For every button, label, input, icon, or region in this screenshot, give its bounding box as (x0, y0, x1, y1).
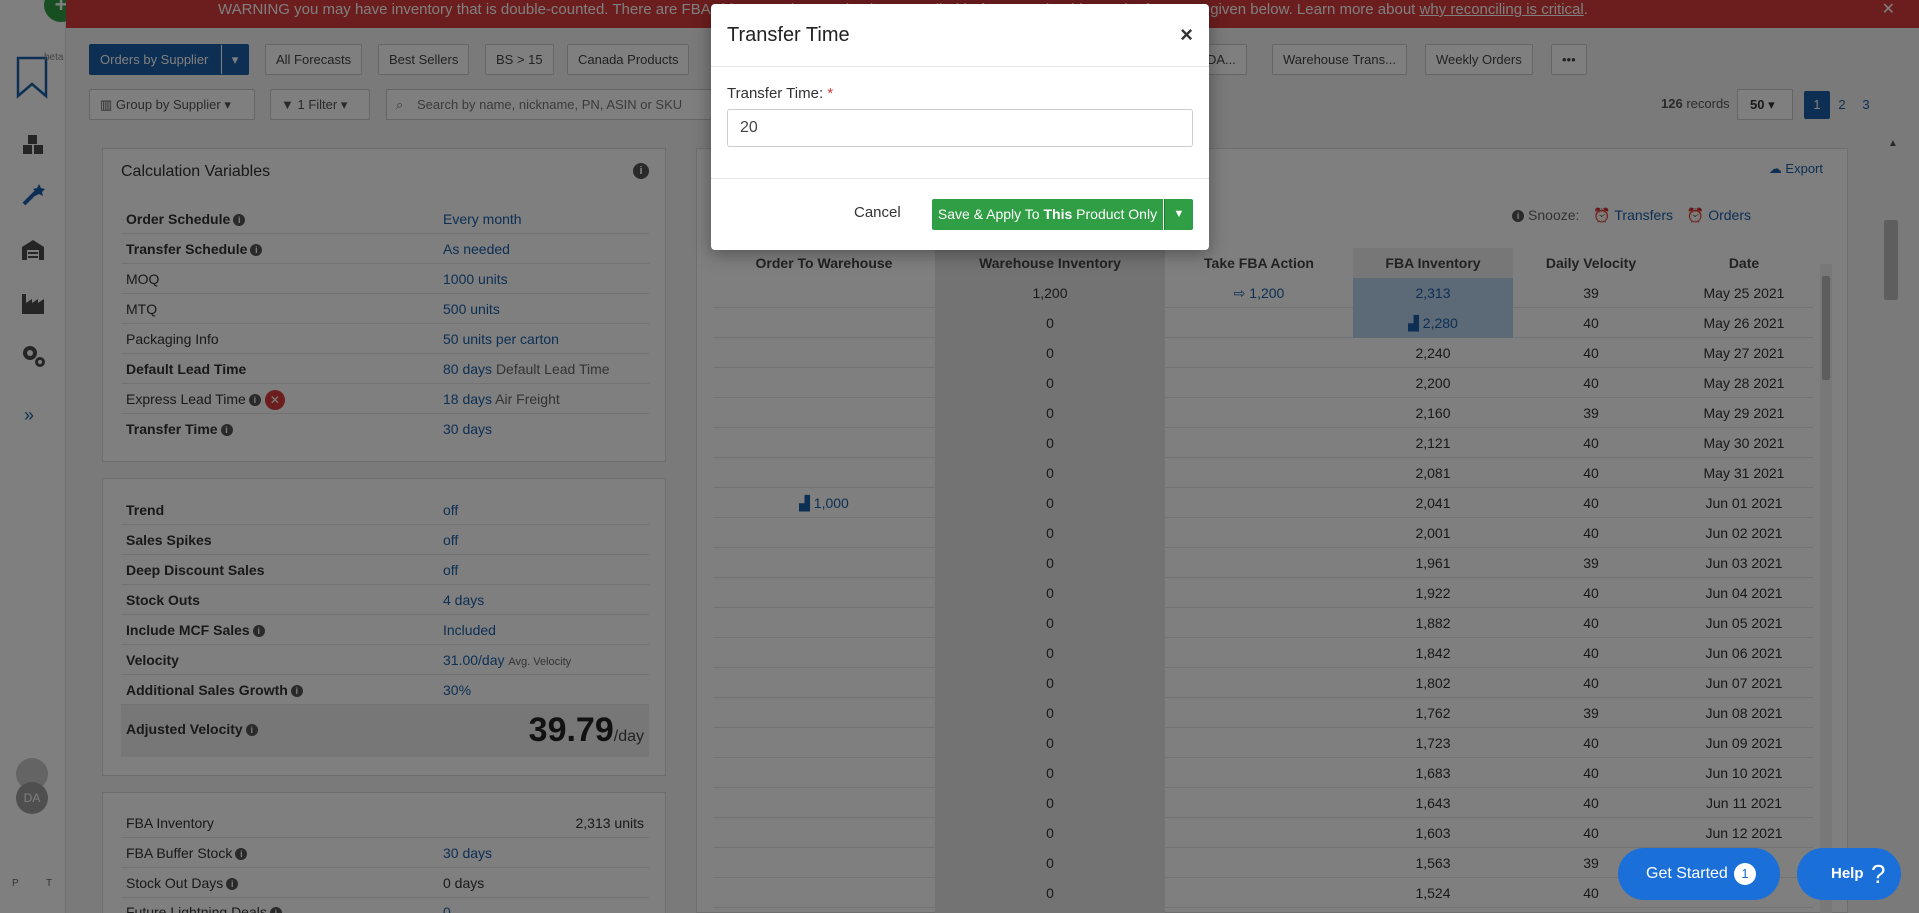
help-label: Help (1831, 865, 1864, 882)
save-apply-button[interactable]: Save & Apply To This Product Only (932, 199, 1163, 230)
transfer-time-modal: Transfer Time × Transfer Time: * Cancel … (711, 4, 1209, 250)
transfer-time-input[interactable] (727, 109, 1193, 147)
save-options-dropdown[interactable]: ▼ (1164, 199, 1193, 230)
get-started-button[interactable]: Get Started 1 (1618, 848, 1780, 900)
modal-title: Transfer Time (727, 24, 850, 46)
question-icon: ? (1871, 859, 1886, 889)
divider (711, 66, 1209, 67)
close-icon[interactable]: × (1180, 24, 1193, 46)
get-started-label: Get Started (1646, 865, 1728, 882)
app-root: + beta » DA P T WARNING you may have inv… (0, 0, 1919, 913)
divider (711, 178, 1209, 179)
get-started-badge: 1 (1734, 863, 1756, 885)
transfer-time-label: Transfer Time: * (727, 85, 834, 102)
cancel-button[interactable]: Cancel (854, 204, 901, 221)
help-button[interactable]: Help? (1797, 848, 1901, 900)
